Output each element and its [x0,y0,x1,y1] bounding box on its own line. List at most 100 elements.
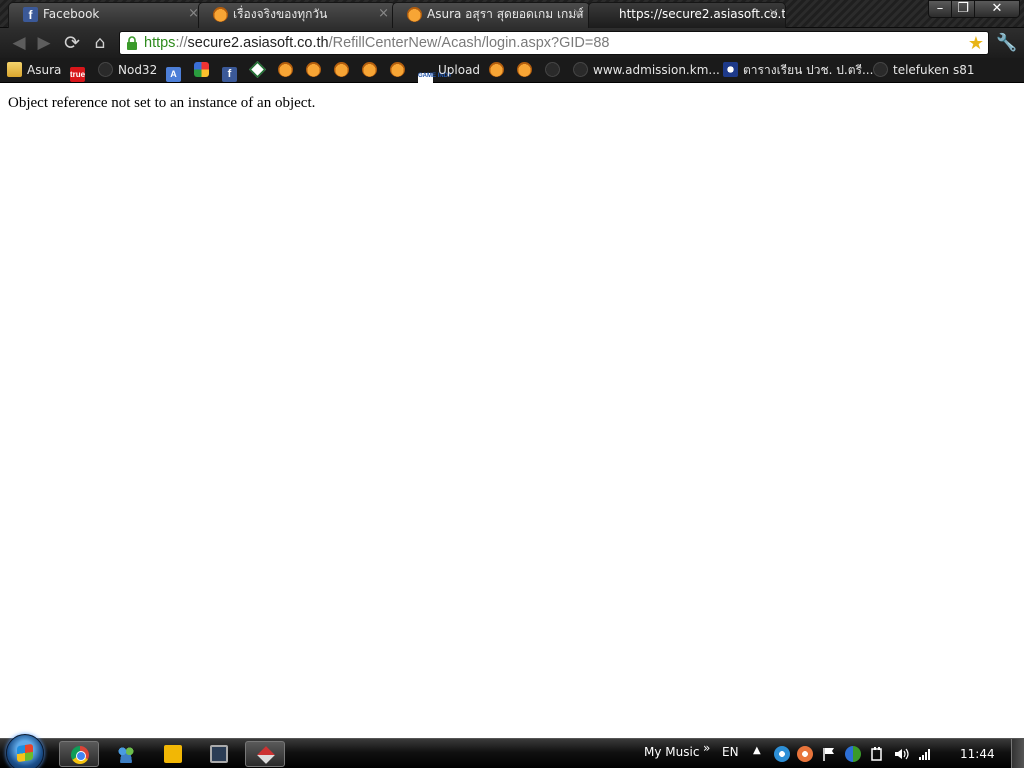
browser-toolbar: ◀ ▶ ⟳ ⌂ https://secure2.asiasoft.co.th/R… [0,28,1024,58]
start-button[interactable] [6,734,44,768]
url-separator: :// [175,35,188,51]
url-path: /RefillCenterNew/Acash/login.aspx?GID=88 [328,35,610,51]
asura-cat-icon [407,7,422,22]
bookmark-label: ตารางเรียน ปวช. ป.ตรี... [743,63,874,77]
chrome-icon [71,746,89,764]
bookmark-label: Upload [438,63,481,77]
close-icon[interactable]: × [572,3,583,25]
forward-button[interactable]: ▶ [33,32,55,54]
language-indicator[interactable]: EN [722,745,739,759]
my-music-toolbar[interactable]: My Music [644,745,699,759]
bookmark-timetable[interactable]: ตารางเรียน ปวช. ป.ตรี... [723,62,873,79]
url-scheme: https [144,35,176,51]
diamond-icon [249,61,266,78]
bookmark-nod32[interactable]: Nod32 [98,62,157,79]
bookmark-label: Asura [27,63,62,77]
bookmark-asura-4[interactable] [362,62,382,79]
folder-icon [7,62,22,77]
error-message: Object reference not set to an instance … [8,95,316,111]
taskbar-chrome[interactable] [59,741,99,767]
tab-label: https://secure2.asiasoft.co.t [619,7,786,21]
wrench-icon[interactable]: 🔧 [996,33,1018,53]
translate-icon: A [166,67,181,82]
asura-cat-icon [489,62,504,77]
bookmark-upload[interactable]: GAME INDYUpload [418,62,481,88]
action-center-flag-icon[interactable] [821,746,837,762]
address-bar[interactable]: https://secure2.asiasoft.co.th/RefillCen… [119,31,989,55]
taskbar: My Music » EN ▲ 11:44 [0,734,1024,768]
asura-cat-icon [213,7,228,22]
show-desktop-button[interactable] [1011,739,1024,768]
bookmarks-bar: Asura true Nod32 A f GAME INDYUpload www… [0,58,1024,88]
signal-strength-icon[interactable] [917,746,933,762]
facebook-icon: f [23,7,38,22]
bookmark-translate[interactable]: A [166,62,186,82]
minimize-button[interactable]: – [928,0,952,18]
bookmark-asura-6[interactable] [489,62,509,79]
bookmark-label: www.admission.km... [593,63,720,77]
antivirus-icon[interactable] [797,746,813,762]
asura-cat-icon [278,62,293,77]
tab-asura[interactable]: Asura อสุรา สุดยอดเกม เกมส์ × [392,2,590,28]
close-icon[interactable]: × [378,3,389,25]
back-button[interactable]: ◀ [8,32,30,54]
asura-cat-icon [334,62,349,77]
bookmark-asura-folder[interactable]: Asura [7,62,61,79]
tab-strip: f Facebook × เรื่องจริงของทุกวัน × Asura… [0,0,1024,28]
toolbar-expand-icon[interactable]: » [703,741,710,755]
close-icon[interactable]: × [768,3,779,25]
bookmark-admission[interactable]: www.admission.km... [573,62,720,79]
true-icon: true [70,67,85,82]
dark-circle-icon [573,62,588,77]
taskbar-remote-desktop[interactable] [199,741,239,767]
page-content: Object reference not set to an instance … [0,84,1024,738]
google-icon [194,62,209,77]
bookmark-diamond[interactable] [249,61,270,79]
bookmark-asura-2[interactable] [306,62,326,79]
tab-asiasoft[interactable]: https://secure2.asiasoft.co.t × [588,2,786,28]
tab-label: เรื่องจริงของทุกวัน [233,7,328,21]
network-globe-icon[interactable] [774,746,790,762]
snipping-tool-icon [257,746,275,764]
dark-circle-icon [545,62,560,77]
maximize-button[interactable]: ❐ [951,0,975,18]
bookmark-asura-5[interactable] [390,62,410,79]
bookmark-google[interactable] [194,62,214,79]
app-icon [164,745,182,763]
bookmark-label: Nod32 [118,63,158,77]
power-icon[interactable] [869,746,885,762]
taskbar-snipping-tool[interactable] [245,741,285,767]
asura-cat-icon [362,62,377,77]
bookmark-asura-3[interactable] [334,62,354,79]
asura-cat-icon [306,62,321,77]
dark-circle-icon [873,62,888,77]
lock-icon [127,36,137,50]
bookmark-true[interactable]: true [70,62,90,82]
bookmark-facebook[interactable]: f [222,62,242,82]
url-host: secure2.asiasoft.co.th [187,35,329,51]
volume-icon[interactable] [893,746,909,762]
reload-button[interactable]: ⟳ [61,32,83,54]
facebook-icon: f [222,67,237,82]
windows-logo-icon [17,743,33,763]
tab-thai-page[interactable]: เรื่องจริงของทุกวัน × [198,2,396,28]
asura-cat-icon [390,62,405,77]
tab-facebook[interactable]: f Facebook × [8,2,206,28]
show-hidden-icons-button[interactable]: ▲ [753,745,761,756]
home-button[interactable]: ⌂ [89,32,111,54]
bookmark-dark[interactable] [545,62,565,79]
clock[interactable]: 11:44 [960,747,995,761]
dark-circle-icon [98,62,113,77]
taskbar-messenger[interactable] [106,741,146,767]
close-window-button[interactable]: ✕ [974,0,1020,18]
tab-label: Asura อสุรา สุดยอดเกม เกมส์ [427,7,584,21]
bookmark-asura-1[interactable] [278,62,298,79]
bookmark-star-icon[interactable]: ★ [968,32,984,54]
taskbar-app[interactable] [153,741,193,767]
bookmark-label: telefuken s81 [893,63,975,77]
sync-icon[interactable] [845,746,861,762]
tab-label: Facebook [43,7,100,21]
bookmark-telefuken[interactable]: telefuken s81 [873,62,974,79]
bookmark-asura-7[interactable] [517,62,537,79]
asura-cat-icon [517,62,532,77]
